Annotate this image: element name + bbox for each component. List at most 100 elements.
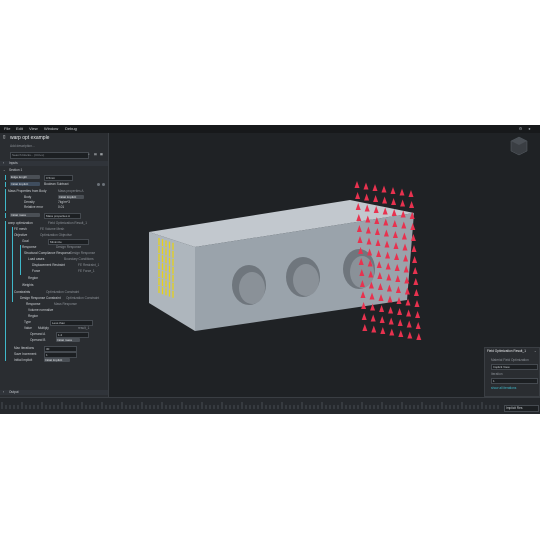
restraint-arrow (371, 325, 377, 333)
force-label: Force (32, 269, 41, 273)
load-cases-value: Boundary Conditions (64, 257, 94, 261)
restraint-arrow (361, 313, 367, 320)
restraint-arrow (407, 331, 413, 339)
result-title: Field Optimization Result_1 (487, 349, 526, 353)
search-input[interactable]: Search blocks... (Ctrl+L) (10, 152, 89, 159)
initial-implicit-chip[interactable]: Initial Implicit (10, 182, 40, 186)
restraint-arrow (416, 333, 422, 340)
restraint-arrow (379, 316, 385, 323)
constraints-label: Constraints (14, 290, 31, 294)
body-chip[interactable]: Initial Implicit (58, 195, 84, 199)
accent-bar (12, 227, 13, 302)
weights-label: Weights (22, 283, 34, 287)
operand-a-label: Operand A (30, 332, 46, 336)
restraint-arrow (388, 306, 394, 314)
iteration-field[interactable]: 1 (491, 378, 538, 384)
fe-mesh-label: FE mesh (14, 227, 27, 231)
restraint-arrow (399, 188, 405, 196)
restraint-arrow (389, 328, 395, 336)
show-iterations-link[interactable]: show all iterations (491, 386, 516, 390)
graph-panel: ▯ warp opt example Add description... Se… (0, 133, 109, 397)
restraint-arrow (379, 305, 385, 312)
restraint-arrow (364, 193, 370, 201)
relative-error-value[interactable]: 0.01 (58, 205, 64, 209)
menu-bar: File Edit View Window Debug ⚙ ● (0, 125, 540, 133)
displacement-value: FE Restraint_1 (78, 263, 100, 267)
goal-label: Goal (22, 239, 29, 243)
delete-icon[interactable] (97, 183, 100, 186)
description-field[interactable]: Add description... (10, 144, 35, 148)
initial-mass-field[interactable]: Mass properties A (44, 213, 81, 219)
density-value[interactable]: 7kg/m^3 (58, 200, 70, 204)
max-iterations-label: Max Iterations (14, 346, 35, 350)
design-response-label: Design Response Constraint (20, 296, 61, 300)
menu-file[interactable]: File (4, 126, 10, 131)
restraint-arrow (414, 300, 420, 307)
restraint-arrow (355, 192, 361, 199)
restraint-arrow (406, 309, 412, 317)
menu-window[interactable]: Window (44, 126, 58, 131)
menu-debug[interactable]: Debug (65, 126, 77, 131)
beam-part (149, 200, 414, 331)
inputs-label: Inputs (9, 161, 18, 165)
initial-mass-chip[interactable]: Initial mass (10, 213, 40, 217)
operand-b-chip[interactable]: Initial mass (56, 338, 80, 342)
view-cube[interactable] (510, 136, 528, 156)
timeline-select[interactable]: Implicit Res (504, 405, 539, 412)
mass-properties-value: Mass properties A (58, 189, 84, 193)
output-label: Output (9, 390, 19, 394)
restraint-arrow (413, 289, 419, 296)
chevron-down-icon: ⌄ (3, 168, 6, 172)
3d-viewport[interactable] (109, 133, 540, 397)
menu-edit[interactable]: Edit (16, 126, 23, 131)
expand-icon[interactable]: ▦ (100, 152, 103, 156)
restraint-arrow (415, 322, 421, 329)
view-select[interactable]: Implicit View (491, 364, 538, 370)
restraint-arrow (415, 311, 421, 318)
restraint-arrow (406, 320, 412, 328)
restraint-arrow (400, 199, 406, 207)
section-label: Section 1 (9, 168, 23, 172)
edge-length-field[interactable]: 0.5mm (44, 175, 73, 181)
value-op[interactable]: Multiply (38, 326, 49, 330)
warp-opt-value: Field Optimization Result_1 (48, 221, 87, 225)
structural-label: Structural Compliance Response (24, 251, 71, 255)
restraint-arrow (382, 196, 388, 204)
restraint-arrow (398, 330, 404, 337)
structural-value: Design Response (70, 251, 96, 255)
restraint-arrow (412, 267, 418, 274)
chevron-right-icon: › (3, 390, 5, 394)
restraint-arrow (397, 319, 403, 326)
type-label: Type (24, 320, 31, 324)
value-result: result_1 (78, 326, 90, 330)
user-icon[interactable]: ● (527, 126, 532, 131)
chevron-down-icon[interactable]: ⌄ (534, 349, 537, 353)
initial-implicit-value: Boolean Subtract (44, 182, 69, 186)
force-value: FE Force_1 (78, 269, 95, 273)
displacement-label: Displacement Restraint (32, 263, 65, 267)
edge-length-chip[interactable]: Edge length (10, 175, 40, 179)
relative-error-label: Relative error (24, 205, 44, 209)
filter-icon[interactable]: ▤ (94, 152, 97, 156)
restraint-arrow (388, 317, 394, 325)
response-value: Design Response (56, 245, 82, 249)
objective-value: Optimization Objective (40, 233, 72, 237)
settings-icon[interactable]: ⚙ (518, 126, 523, 131)
value-label: Value (24, 326, 32, 330)
timeline-ticks (1, 402, 499, 409)
accent-bar (5, 213, 6, 218)
accent-bar (20, 245, 21, 275)
panel-icon: ▯ (3, 134, 6, 139)
initial-implicit2-chip[interactable]: Initial Implicit (44, 358, 70, 362)
timeline-bar[interactable]: Implicit Res (0, 397, 540, 414)
body-label: Body (24, 195, 32, 199)
search-icon[interactable]: ⌕ (88, 152, 90, 156)
restraint-arrow (380, 327, 386, 334)
restraint-arrow (390, 187, 396, 194)
info-icon[interactable] (102, 183, 105, 186)
menu-view[interactable]: View (29, 126, 38, 131)
restraint-arrow (372, 184, 378, 191)
restraint-arrow (411, 245, 417, 252)
response-label: Response (22, 245, 37, 249)
fe-mesh-value: FE Volume Mesh (40, 227, 65, 231)
